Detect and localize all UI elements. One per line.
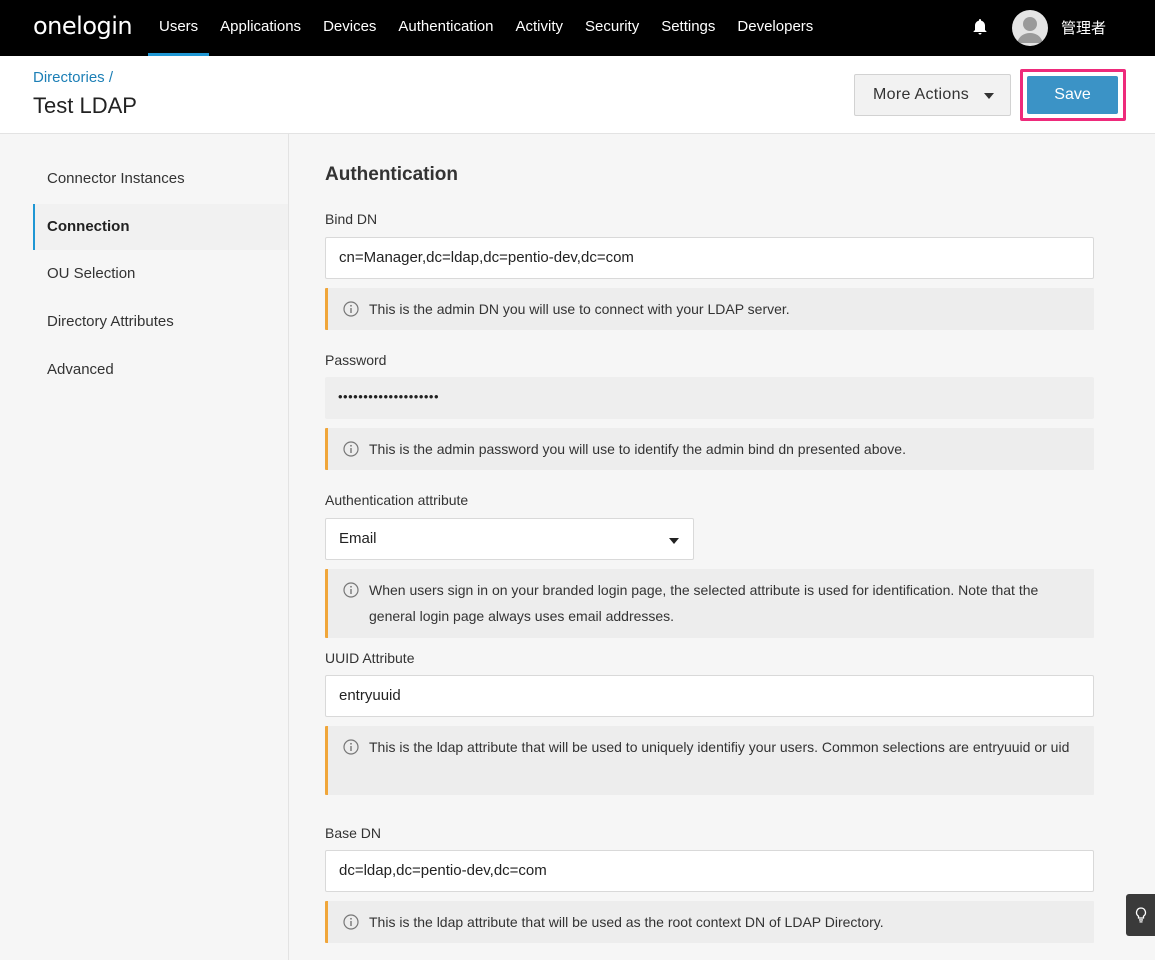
info-icon	[343, 441, 359, 457]
sidebar-item-ou-selection[interactable]: OU Selection	[33, 251, 288, 297]
bind-dn-input[interactable]: cn=Manager,dc=ldap,dc=pentio-dev,dc=com	[325, 237, 1094, 279]
auth-attribute-select[interactable]: Email	[325, 518, 694, 560]
onelogin-logo[interactable]: onelogin	[33, 12, 133, 40]
nav-item-security[interactable]: Security	[574, 0, 650, 56]
nav-item-activity[interactable]: Activity	[505, 0, 575, 56]
uuid-attribute-label: UUID Attribute	[325, 650, 415, 666]
chevron-down-icon	[669, 538, 679, 544]
save-button[interactable]: Save	[1027, 76, 1118, 114]
password-hint: This is the admin password you will use …	[325, 428, 1094, 470]
nav-item-settings[interactable]: Settings	[650, 0, 726, 56]
user-menu-name[interactable]: 管理者	[1061, 17, 1106, 38]
help-tab[interactable]	[1126, 894, 1155, 936]
section-title: Authentication	[325, 164, 458, 185]
chevron-down-icon	[984, 93, 994, 99]
password-label: Password	[325, 352, 387, 368]
main-content: Authentication Bind DN cn=Manager,dc=lda…	[289, 134, 1155, 960]
auth-attribute-hint-text: When users sign in on your branded login…	[369, 582, 1039, 624]
auth-attribute-hint: When users sign in on your branded login…	[325, 569, 1094, 638]
base-dn-hint: This is the ldap attribute that will be …	[325, 901, 1094, 943]
info-icon	[343, 301, 359, 317]
bind-dn-label: Bind DN	[325, 211, 378, 227]
info-icon	[343, 739, 359, 755]
auth-attribute-value: Email	[339, 530, 377, 547]
more-actions-label: More Actions	[873, 86, 970, 103]
base-dn-hint-text: This is the ldap attribute that will be …	[369, 914, 884, 930]
sidebar-item-directory-attributes[interactable]: Directory Attributes	[33, 299, 288, 345]
sidebar-item-connection[interactable]: Connection	[33, 204, 288, 250]
main-nav: Users Applications Devices Authenticatio…	[148, 0, 824, 56]
bind-dn-hint: This is the admin DN you will use to con…	[325, 288, 1094, 330]
base-dn-label: Base DN	[325, 825, 382, 841]
page-title: Test LDAP	[33, 93, 137, 118]
avatar-icon[interactable]	[1012, 10, 1048, 46]
info-icon	[343, 914, 359, 930]
password-hint-text: This is the admin password you will use …	[369, 441, 906, 457]
page-header: Directories / Test LDAP More Actions Sav…	[0, 56, 1155, 134]
bind-dn-hint-text: This is the admin DN you will use to con…	[369, 301, 790, 317]
auth-attribute-label: Authentication attribute	[325, 492, 469, 508]
lightbulb-icon	[1135, 907, 1147, 923]
sidebar: Connector Instances Connection OU Select…	[0, 134, 289, 960]
uuid-attribute-hint-text: This is the ldap attribute that will be …	[369, 739, 1070, 755]
base-dn-input[interactable]: dc=ldap,dc=pentio-dev,dc=com	[325, 850, 1094, 892]
password-field[interactable]: ••••••••••••••••••••	[325, 377, 1094, 419]
top-nav: onelogin Users Applications Devices Auth…	[0, 0, 1155, 56]
uuid-attribute-hint: This is the ldap attribute that will be …	[325, 726, 1094, 795]
bell-icon[interactable]	[970, 17, 990, 37]
info-icon	[343, 582, 359, 598]
nav-item-authentication[interactable]: Authentication	[387, 0, 504, 56]
nav-item-users[interactable]: Users	[148, 0, 210, 56]
sidebar-item-connector-instances[interactable]: Connector Instances	[33, 156, 288, 202]
breadcrumb-directories[interactable]: Directories /	[33, 69, 113, 86]
sidebar-item-advanced[interactable]: Advanced	[33, 347, 288, 393]
nav-item-devices[interactable]: Devices	[312, 0, 387, 56]
more-actions-button[interactable]: More Actions	[854, 74, 1011, 116]
uuid-attribute-input[interactable]: entryuuid	[325, 675, 1094, 717]
nav-item-applications[interactable]: Applications	[209, 0, 312, 56]
nav-item-developers[interactable]: Developers	[726, 0, 824, 56]
